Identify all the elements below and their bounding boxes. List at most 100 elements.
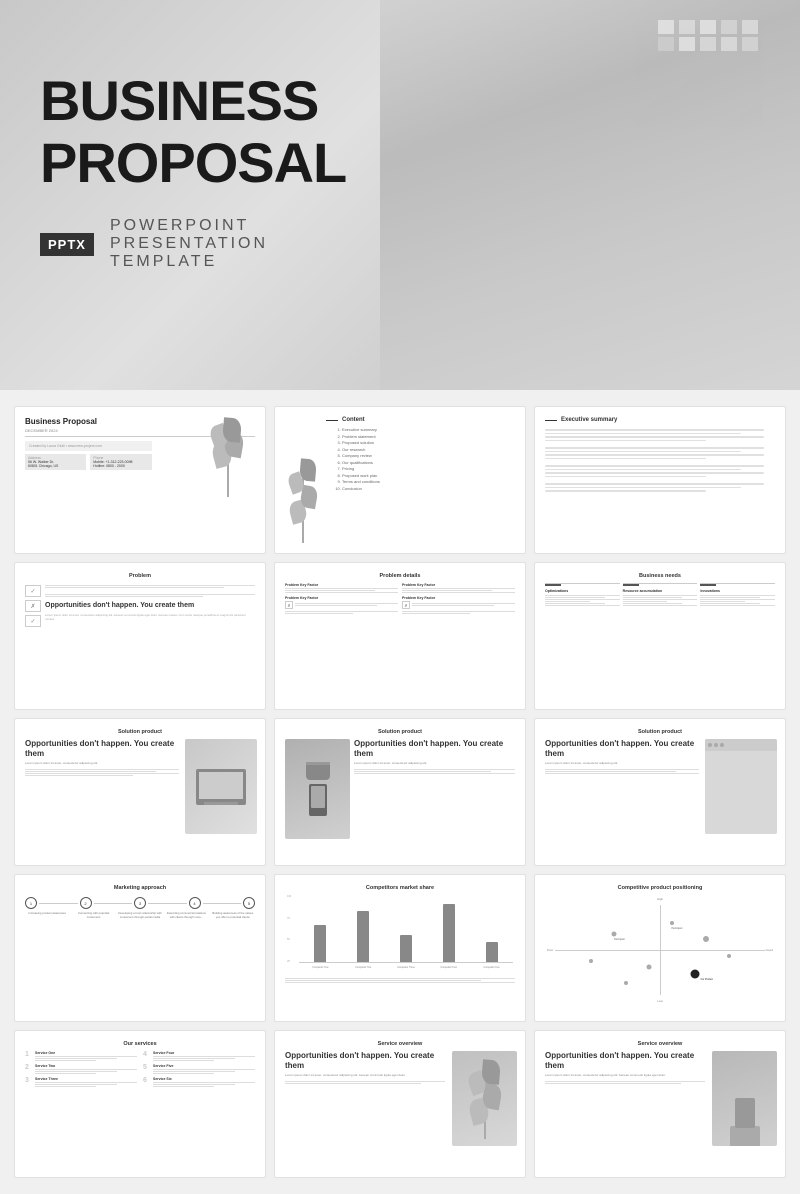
slide-executive-summary[interactable]: Executive summary xyxy=(534,406,786,554)
slide-positioning[interactable]: Competitive product positioning High Low… xyxy=(534,874,786,1022)
sol3-lines xyxy=(545,769,699,774)
exec-dash xyxy=(545,420,557,421)
line-icons xyxy=(45,585,255,597)
step3: 3 xyxy=(134,897,146,909)
pptx-badge: PPTX xyxy=(40,233,94,256)
step1: 1 xyxy=(25,897,37,909)
step3-num: 3 xyxy=(134,897,146,909)
step5: 5 xyxy=(243,897,255,909)
y-axis: 100 75 50 25 xyxy=(287,895,297,975)
slide-solution2[interactable]: Solution product xyxy=(274,718,526,866)
dot3 xyxy=(703,936,709,942)
problem-details-content: Problem Key Factor Problem Key Factor ✗ xyxy=(285,583,515,617)
content-plant xyxy=(285,417,320,543)
svc-col1: 1 Service One 2 Service Two xyxy=(25,1051,137,1090)
dot8 xyxy=(624,981,628,985)
svcov2-lines xyxy=(545,1081,705,1084)
bars xyxy=(299,895,513,963)
slides-grid: Business Proposal DECEMBER 2024 Created … xyxy=(14,406,786,1178)
svc-item5: 5 Service Five xyxy=(143,1064,255,1074)
solution3-content: Opportunities don't happen. You create t… xyxy=(545,739,775,774)
svcov1-text: Opportunities don't happen. You create t… xyxy=(285,1051,445,1084)
slide-market-share[interactable]: Competitors market share 100 75 50 25 xyxy=(274,874,526,1022)
sticky-notes xyxy=(658,20,760,51)
bar5 xyxy=(472,895,511,962)
step4: 4 xyxy=(189,897,201,909)
hero-subtitle-row: PPTX POWERPOINT PRESENTATION TEMPLATE xyxy=(40,217,346,271)
chart-description xyxy=(285,978,515,983)
dot1-label: Participant xyxy=(614,939,625,941)
svc-item2: 2 Service Two xyxy=(25,1064,137,1074)
creator-info: Created by Laura Giulii • www.new-projec… xyxy=(25,441,152,451)
svc-item1: 1 Service One xyxy=(25,1051,137,1061)
slide-problem-details[interactable]: Problem details Problem Key Factor Probl… xyxy=(274,562,526,710)
problem-icons: ✓ ✗ ✓ xyxy=(25,585,41,627)
svcov1-lines xyxy=(285,1081,445,1084)
slide-marketing[interactable]: Marketing approach 1 2 3 4 xyxy=(14,874,266,1022)
solution3-text: Opportunities don't happen. You create t… xyxy=(545,739,699,774)
ourproduct-label: Our Product xyxy=(701,979,713,981)
svcov2-content: Opportunities don't happen. You create t… xyxy=(545,1051,775,1084)
step-line4 xyxy=(203,903,242,904)
slide-service-overview1[interactable]: Service overview xyxy=(274,1030,526,1178)
solution1-text: Opportunities don't happen. You create t… xyxy=(25,739,179,776)
svcov1-plant-image xyxy=(452,1051,517,1146)
dot5 xyxy=(646,964,651,969)
svcov2-text: Opportunities don't happen. You create t… xyxy=(545,1051,705,1084)
plant-decoration xyxy=(203,417,253,497)
solution3-image xyxy=(705,739,777,834)
solution2-image xyxy=(285,739,350,839)
hero-section: BUSINESS PROPOSAL PPTX POWERPOINT PRESEN… xyxy=(0,0,800,390)
bar4 xyxy=(429,895,468,962)
svcov2-office-image xyxy=(712,1051,777,1146)
solution2-text: Opportunities don't happen. You create t… xyxy=(354,739,515,839)
sol2-lines xyxy=(354,769,515,774)
content-list: Executive summary Problem statement Prop… xyxy=(342,427,515,491)
business-needs-cols: Optimizations Resource accumulation xyxy=(545,583,775,607)
address-phone: Address 56 W. Walker Dr. 60801 Chicago, … xyxy=(25,454,152,470)
sol1-lines xyxy=(25,769,179,776)
check-icon2: ✓ xyxy=(25,615,41,627)
slide-content[interactable]: Content Executive summary Problem statem… xyxy=(274,406,526,554)
slide-business-needs[interactable]: Business needs Optimizations R xyxy=(534,562,786,710)
bar1 xyxy=(301,895,340,962)
step5-num: 5 xyxy=(243,897,255,909)
solution1-image xyxy=(185,739,257,834)
step-line2 xyxy=(94,903,133,904)
check-icon: ✓ xyxy=(25,585,41,597)
hero-content: BUSINESS PROPOSAL PPTX POWERPOINT PRESEN… xyxy=(40,70,346,271)
bars-area: Competitor One Competitor Two Competitor… xyxy=(299,895,513,975)
probdet-icon-row2: ✗ xyxy=(402,601,515,609)
slide-our-services[interactable]: Our services 1 Service One xyxy=(14,1030,266,1178)
probdet-icon-row: ✗ xyxy=(285,601,398,609)
step-line3 xyxy=(148,903,187,904)
bizneeds-col1: Optimizations xyxy=(545,583,620,607)
probdet-x-icon: ✗ xyxy=(285,601,293,609)
dot2-label: Participant xyxy=(672,928,683,930)
slide-problem[interactable]: Problem ✓ ✗ ✓ xyxy=(14,562,266,710)
step2-num: 2 xyxy=(80,897,92,909)
slide-service-overview2[interactable]: Service overview Opportunities xyxy=(534,1030,786,1178)
svc-col2: 4 Service Four 5 Service Five xyxy=(143,1051,255,1090)
slide-solution3[interactable]: Solution product xyxy=(534,718,786,866)
bizneeds-col3: Innovations xyxy=(700,583,775,607)
probdet-col1: Problem Key Factor Problem Key Factor ✗ xyxy=(285,583,398,617)
step-line xyxy=(39,903,78,904)
content-dash xyxy=(326,420,338,421)
slide-cover[interactable]: Business Proposal DECEMBER 2024 Created … xyxy=(14,406,266,554)
svc-item6: 6 Service Six xyxy=(143,1077,255,1087)
step2: 2 xyxy=(80,897,92,909)
slide-solution1[interactable]: Solution product Opportunities don't hap… xyxy=(14,718,266,866)
bar2 xyxy=(344,895,383,962)
dot-ourproduct xyxy=(690,970,699,979)
solution2-content: Opportunities don't happen. You create t… xyxy=(285,739,515,839)
step1-num: 1 xyxy=(25,897,37,909)
slides-container: Business Proposal DECEMBER 2024 Created … xyxy=(0,390,800,1194)
svcov1-content: Opportunities don't happen. You create t… xyxy=(285,1051,515,1084)
vertical-axis xyxy=(660,905,661,995)
step4-num: 4 xyxy=(189,897,201,909)
svc-item3: 3 Service Three xyxy=(25,1077,137,1087)
problem-content: ✓ ✗ ✓ Opportunities don't happen. You cr… xyxy=(25,585,255,627)
x-icon: ✗ xyxy=(25,600,41,612)
problem-text: Opportunities don't happen. You create t… xyxy=(45,585,255,627)
